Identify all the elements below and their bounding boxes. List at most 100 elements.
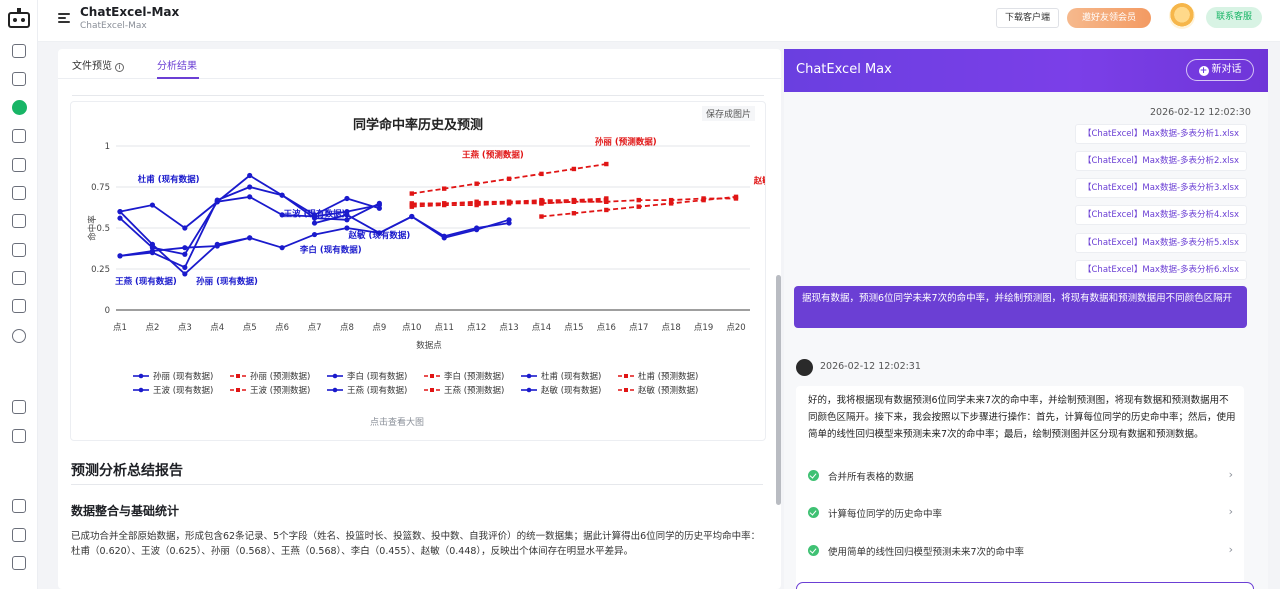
x-tick-label: 点2 xyxy=(145,323,159,333)
data-point xyxy=(182,271,188,277)
mail-icon[interactable] xyxy=(12,528,26,542)
message-icon[interactable] xyxy=(12,556,26,570)
icon-rail xyxy=(0,0,38,589)
data-point xyxy=(604,199,609,204)
analysis-step-item[interactable]: 使用简单的线性回归模型预测未来7次的命中率 › xyxy=(808,541,1233,561)
legend-label: 孙丽 (现有数据) xyxy=(153,371,213,382)
tab-file-preview[interactable]: 文件预览 i xyxy=(72,57,124,72)
legend-marker xyxy=(332,373,338,379)
report-title: 预测分析总结报告 xyxy=(71,463,183,479)
data-point xyxy=(311,220,318,226)
chevron-right-icon: › xyxy=(1228,468,1233,481)
legend-marker xyxy=(138,387,144,393)
invite-friends-button[interactable]: 邀好友领会员 xyxy=(1067,8,1151,28)
attached-file-chip[interactable]: 【ChatExcel】Max数据-多表分析3.xlsx xyxy=(1075,178,1247,198)
data-point xyxy=(409,201,414,206)
image-icon[interactable] xyxy=(12,429,26,443)
legend-marker xyxy=(624,374,628,378)
panel-scrollbar[interactable] xyxy=(776,275,781,505)
user-avatar[interactable] xyxy=(1169,3,1195,29)
document-icon[interactable] xyxy=(12,186,26,200)
y-tick-label: 0.75 xyxy=(91,183,110,193)
bar-chart-icon[interactable] xyxy=(12,214,26,228)
chat-header: ChatExcel Max + 新对话 xyxy=(784,49,1268,92)
analysis-step-item[interactable]: 计算每位同学的历史命中率 › xyxy=(808,503,1233,523)
clock-icon[interactable] xyxy=(12,329,26,343)
report-section-title: 数据整合与基础统计 xyxy=(71,504,180,518)
data-point xyxy=(636,204,641,209)
data-point xyxy=(539,214,544,219)
y-axis-label: 命中率 xyxy=(87,215,98,241)
divider xyxy=(72,95,764,96)
x-tick-label: 点18 xyxy=(661,323,680,333)
x-tick-label: 点3 xyxy=(178,323,192,333)
legend-label: 李白 (现有数据) xyxy=(347,371,407,382)
forecast-line-chart[interactable]: 同学命中率历史及预测 0 0.25 0.5 0.75 1 命中率点1 点2 点3 点4 点5 点6 点7… xyxy=(71,102,781,440)
user-message-timestamp: 2026-02-12 12:02:30 xyxy=(1150,107,1251,118)
attached-file-chip[interactable]: 【ChatExcel】Max数据-多表分析5.xlsx xyxy=(1075,233,1247,253)
book-icon[interactable] xyxy=(12,299,26,313)
attached-file-chip[interactable]: 【ChatExcel】Max数据-多表分析6.xlsx xyxy=(1075,260,1247,280)
plus-icon: + xyxy=(1198,66,1209,76)
legend-label: 赵敏 (预测数据) xyxy=(638,385,698,396)
robot-logo-icon[interactable] xyxy=(7,7,31,29)
notes-icon[interactable] xyxy=(12,499,26,513)
layout-icon[interactable] xyxy=(12,271,26,285)
data-point xyxy=(668,197,674,203)
legend-marker xyxy=(138,373,144,379)
data-point xyxy=(539,201,544,206)
x-tick-label: 点8 xyxy=(340,323,354,333)
x-tick-label: 点17 xyxy=(629,323,648,333)
hexagon-icon[interactable] xyxy=(12,129,26,143)
ppt-icon[interactable] xyxy=(12,400,26,414)
data-point xyxy=(474,181,479,186)
attached-file-chip[interactable]: 【ChatExcel】Max数据-多表分析2.xlsx xyxy=(1075,151,1247,171)
table-icon[interactable] xyxy=(12,158,26,172)
data-point xyxy=(117,253,123,259)
data-point xyxy=(247,235,253,241)
grid-icon[interactable] xyxy=(12,243,26,257)
legend-label: 王燕 (预测数据) xyxy=(444,385,504,396)
attached-file-chip[interactable]: 【ChatExcel】Max数据-多表分析4.xlsx xyxy=(1075,205,1247,225)
bot-message-text: 好的，我将根据现有数据预测6位同学未来7次的命中率，并绘制预测图，将现有数据和预… xyxy=(808,395,1236,440)
tab-file-preview-label: 文件预览 xyxy=(72,61,112,72)
info-icon: i xyxy=(115,63,124,72)
series-annotation: 赵敏 (预测数据) xyxy=(753,176,765,187)
legend-label: 杜甫 (预测数据) xyxy=(638,371,698,382)
new-badge-icon[interactable] xyxy=(12,100,27,115)
check-circle-icon xyxy=(808,545,819,556)
data-point xyxy=(506,217,512,223)
view-large-chart-link[interactable]: 点击查看大图 xyxy=(370,415,424,428)
analysis-step-item[interactable]: 合并所有表格的数据 › xyxy=(808,466,1233,486)
download-client-button[interactable]: 下载客户端 xyxy=(996,8,1060,28)
legend-label: 杜甫 (现有数据) xyxy=(541,371,601,382)
menu-toggle-icon[interactable] xyxy=(58,13,70,23)
series-annotation: 孙丽 (预测数据) xyxy=(595,136,657,147)
bot-avatar-icon xyxy=(796,359,813,376)
chart-title: 同学命中率历史及预测 xyxy=(353,117,483,133)
attached-file-chip[interactable]: 【ChatExcel】Max数据-多表分析1.xlsx xyxy=(1075,124,1247,144)
home-icon[interactable] xyxy=(12,44,26,58)
data-point xyxy=(571,211,577,216)
x-tick-label: 点11 xyxy=(435,323,454,333)
contact-service-button[interactable]: 联系客服 xyxy=(1206,7,1262,28)
data-point xyxy=(571,166,577,172)
chat-title: ChatExcel Max xyxy=(796,62,892,77)
data-point xyxy=(149,250,156,256)
save-image-button[interactable]: 保存成图片 xyxy=(702,106,756,121)
legend-label: 孙丽 (预测数据) xyxy=(250,371,310,382)
data-point xyxy=(214,197,220,203)
data-point xyxy=(117,215,123,221)
data-point xyxy=(247,184,253,190)
data-point xyxy=(506,176,512,181)
tab-analysis-result[interactable]: 分析结果 xyxy=(157,57,197,72)
chart-card[interactable]: 同学命中率历史及预测 0 0.25 0.5 0.75 1 命中率 点1 点2 点3 点4 点5 点6 点7… xyxy=(70,101,781,441)
step-label: 使用简单的线性回归模型预测未来7次的命中率 xyxy=(828,547,1025,558)
legend-label: 王波 (现有数据) xyxy=(153,385,213,396)
chat-input-box[interactable] xyxy=(796,582,1254,589)
data-point xyxy=(149,245,156,251)
data-point xyxy=(539,171,544,177)
new-chat-button[interactable]: + 新对话 xyxy=(1186,59,1254,81)
analysis-panel: 文件预览 i 分析结果 同学命中率历史及预测 0 0.25 0.5 0.75 1 命中率 点1 点… xyxy=(58,49,781,589)
cube-icon[interactable] xyxy=(12,72,26,86)
